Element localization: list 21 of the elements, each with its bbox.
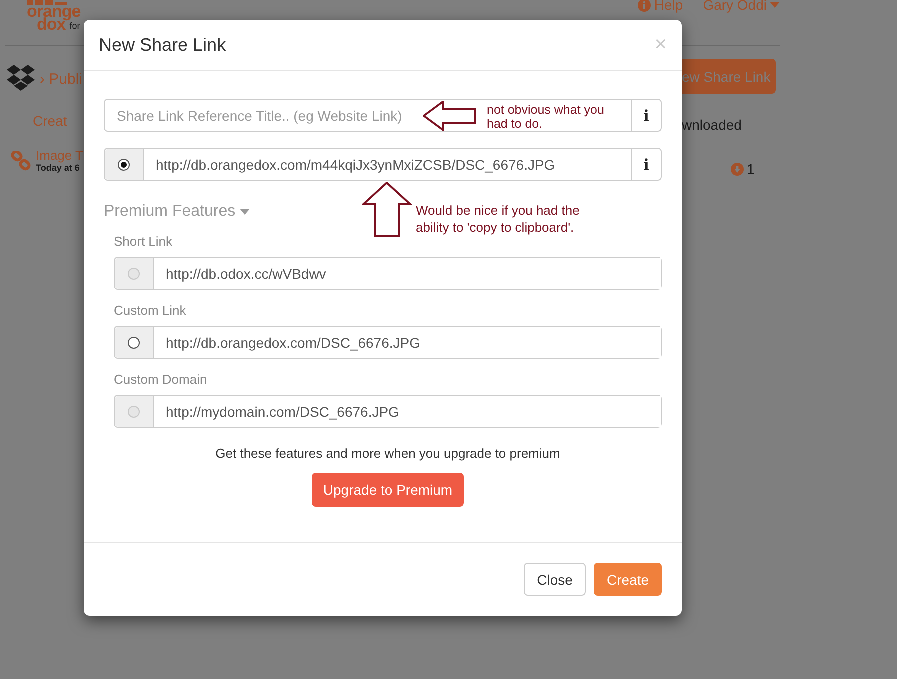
logo-tagline: for bbox=[70, 22, 80, 31]
title-field[interactable]: Share Link Reference Title.. (eg Website Link) not obvious what you had to do. i bbox=[104, 99, 662, 132]
field-label: Custom Link bbox=[114, 302, 188, 320]
info-button[interactable]: i bbox=[631, 100, 661, 131]
item-time: Today at 6 bbox=[36, 163, 81, 173]
annotation-text: Would be nice if you had the ability to 'copy to clipboard'. bbox=[416, 202, 581, 236]
dialog-title: New Share Link bbox=[99, 34, 226, 56]
field-label: Short Link bbox=[114, 233, 174, 251]
upgrade-note: Get these features and more when you upgrade to premium bbox=[214, 446, 562, 461]
annotation-text: not obvious what you had to do. bbox=[487, 102, 606, 130]
download-count: 1 bbox=[747, 161, 755, 177]
upgrade-button[interactable]: Upgrade to Premium bbox=[312, 473, 464, 507]
info-button[interactable]: i bbox=[631, 149, 661, 180]
link-field[interactable]: http://db.orangedox.com/DSC_6676.JPG bbox=[114, 326, 662, 359]
info-text: Creat bbox=[33, 113, 68, 129]
premium-features-toggle[interactable]: Premium Features bbox=[104, 203, 250, 221]
column-heading: wnloaded bbox=[682, 116, 743, 135]
link-field[interactable]: http://db.orangedox.com/m44kqiJx3ynMxiZCSB/DSC_6676.JPG i bbox=[104, 148, 662, 181]
close-button[interactable]: Close bbox=[524, 563, 586, 596]
create-button[interactable]: Create bbox=[594, 563, 662, 596]
field-label: Custom Domain bbox=[114, 371, 208, 389]
